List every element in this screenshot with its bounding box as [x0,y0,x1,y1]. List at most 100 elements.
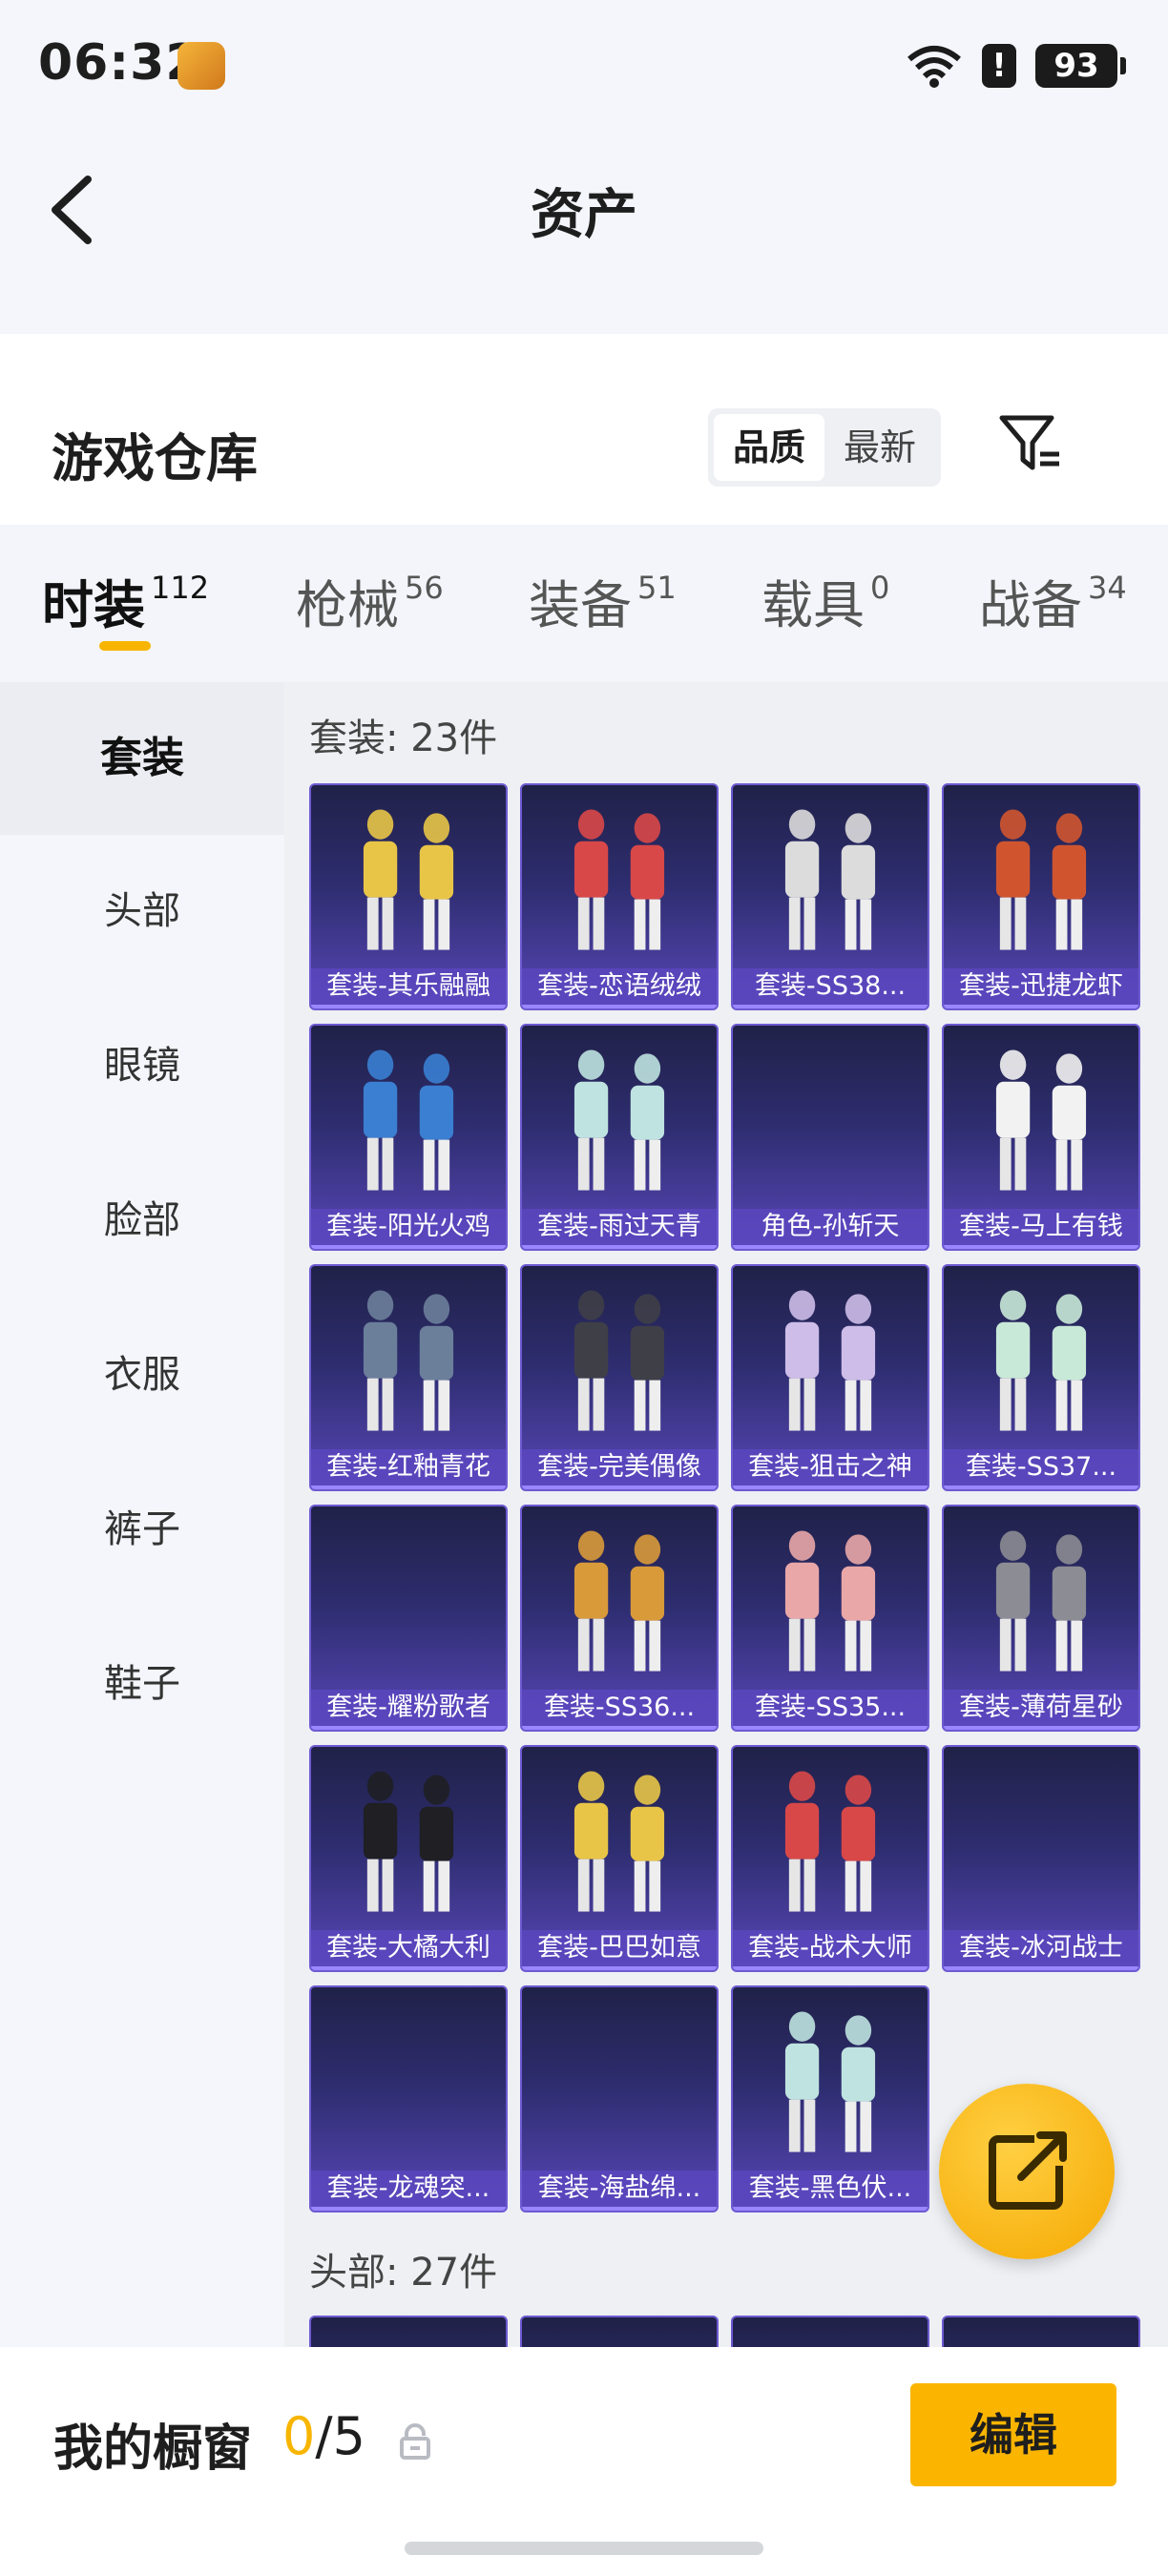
alert-icon: ! [982,44,1016,88]
outfit-figure [784,1530,876,1672]
item-tile[interactable]: 套装-阳光火鸡 [309,1024,508,1251]
tab-firearms[interactable]: 枪械 56 [296,563,444,638]
sidebar-item-pants[interactable]: 裤子 [0,1453,284,1606]
sidebar-item-head[interactable]: 头部 [0,835,284,987]
item-name: 套装-迅捷龙虾 [944,968,1138,1005]
item-name: 套装-SS35... [733,1690,928,1726]
lock-icon [400,2423,430,2460]
item-name: 套装-恋语绒绒 [522,968,717,1005]
showcase-label: 我的橱窗 [53,2420,253,2478]
item-tile[interactable]: 套装-其乐融融 [309,783,508,1010]
outfit-figure [363,1290,454,1431]
sidebar-item-shoes[interactable]: 鞋子 [0,1608,284,1760]
page-title: 资产 [531,184,637,246]
share-button[interactable] [939,2084,1115,2259]
item-tile[interactable]: 套装-耀粉歌者 [309,1505,508,1732]
item-tile[interactable]: 套装-黑色伏... [731,1985,929,2212]
item-tile[interactable] [731,2316,929,2347]
warehouse-header: 游戏仓库 品质 最新 [0,334,1168,525]
item-tile[interactable]: 套装-SS36... [520,1505,719,1732]
tab-fashion[interactable]: 时装 112 [42,563,209,638]
sort-quality-button[interactable]: 品质 [714,414,824,481]
group-title-head: 头部: 27件 [309,2251,498,2295]
item-name: 套装-海盐绵... [522,2171,717,2207]
item-tile[interactable] [520,2316,719,2347]
section-title: 游戏仓库 [52,428,258,488]
item-name: 套装-红釉青花 [311,1449,506,1485]
item-name: 套装-冰河战士 [944,1930,1138,1966]
item-tile[interactable]: 套装-冰河战士 [942,1745,1140,1972]
item-name: 套装-龙魂突... [311,2171,506,2207]
item-tile[interactable]: 套装-海盐绵... [520,1985,719,2212]
outfit-figure [784,1290,876,1431]
category-tabs: 时装 112 枪械 56 装备 51 载具 0 战备 34 [0,525,1168,682]
item-tile[interactable]: 套装-恋语绒绒 [520,783,719,1010]
item-tile[interactable]: 角色-孙斩天 [731,1024,929,1251]
outfit-figure [784,2011,876,2152]
outfit-figure [574,1530,665,1672]
sort-latest-button[interactable]: 最新 [824,414,935,481]
status-bar: 06:32 ! 93 [0,0,1168,134]
outfit-figure [995,1290,1087,1431]
item-tile[interactable]: 套装-龙魂突... [309,1985,508,2212]
item-tile[interactable]: 套装-马上有钱 [942,1024,1140,1251]
item-tile[interactable]: 套装-迅捷龙虾 [942,783,1140,1010]
item-name: 套装-SS37... [944,1449,1138,1485]
item-tile[interactable]: 套装-巴巴如意 [520,1745,719,1972]
edit-button[interactable]: 编辑 [910,2383,1116,2486]
item-tile[interactable]: 套装-大橘大利 [309,1745,508,1972]
wifi-icon [907,46,961,88]
item-tile[interactable]: 套装-完美偶像 [520,1264,719,1491]
tab-count: 0 [870,570,890,606]
home-indicator [405,2542,763,2555]
item-tile[interactable]: 套装-狙击之神 [731,1264,929,1491]
sidebar-item-suits[interactable]: 套装 [0,682,284,835]
item-tile[interactable]: 套装-SS37... [942,1264,1140,1491]
share-icon [989,2131,1067,2210]
outfit-figure [995,809,1087,950]
tab-gear[interactable]: 战备 34 [979,563,1127,638]
sidebar-item-glasses[interactable]: 眼镜 [0,989,284,1142]
tab-label: 载具 [761,575,865,635]
outfit-figure [363,809,454,950]
filter-icon[interactable] [998,410,1065,477]
tab-equipment[interactable]: 装备 51 [529,563,677,638]
outfit-figure [574,1771,665,1912]
item-tile[interactable] [942,2316,1140,2347]
outfit-figure [574,1290,665,1431]
item-tile[interactable] [309,2316,508,2347]
sidebar: 套装 头部 眼镜 脸部 衣服 裤子 鞋子 [0,682,284,2347]
outfit-figure [574,1049,665,1191]
item-tile[interactable]: 套装-SS35... [731,1505,929,1732]
outfit-figure [363,1771,454,1912]
active-tab-indicator [99,641,151,651]
sidebar-item-clothes[interactable]: 衣服 [0,1298,284,1451]
page-header: 资产 [0,134,1168,334]
outfit-figure [995,1530,1087,1672]
item-tile[interactable]: 套装-SS38... [731,783,929,1010]
item-name: 套装-阳光火鸡 [311,1209,506,1245]
outfit-figure [363,1049,454,1191]
outfit-figure [784,1771,876,1912]
item-tile[interactable]: 套装-红釉青花 [309,1264,508,1491]
status-time: 06:32 [38,34,201,92]
status-icons: ! 93 [906,44,1126,88]
tab-label: 装备 [529,575,632,635]
item-name: 套装-雨过天青 [522,1209,717,1245]
sidebar-item-face[interactable]: 脸部 [0,1144,284,1297]
showcase-max: 5 [332,2406,365,2466]
outfit-figure [784,809,876,950]
tab-label: 时装 [42,575,145,635]
tab-label: 战备 [979,575,1082,635]
tab-vehicles[interactable]: 载具 0 [761,563,889,638]
item-name: 套装-巴巴如意 [522,1930,717,1966]
item-tile[interactable]: 套装-雨过天青 [520,1024,719,1251]
outfit-figure [574,809,665,950]
group-title-suits: 套装: 23件 [309,717,498,760]
item-name: 套装-黑色伏... [733,2171,928,2207]
item-name: 套装-战术大师 [733,1930,928,1966]
item-name: 套装-马上有钱 [944,1209,1138,1245]
item-tile[interactable]: 套装-战术大师 [731,1745,929,1972]
tab-label: 枪械 [296,575,399,635]
item-tile[interactable]: 套装-薄荷星砂 [942,1505,1140,1732]
